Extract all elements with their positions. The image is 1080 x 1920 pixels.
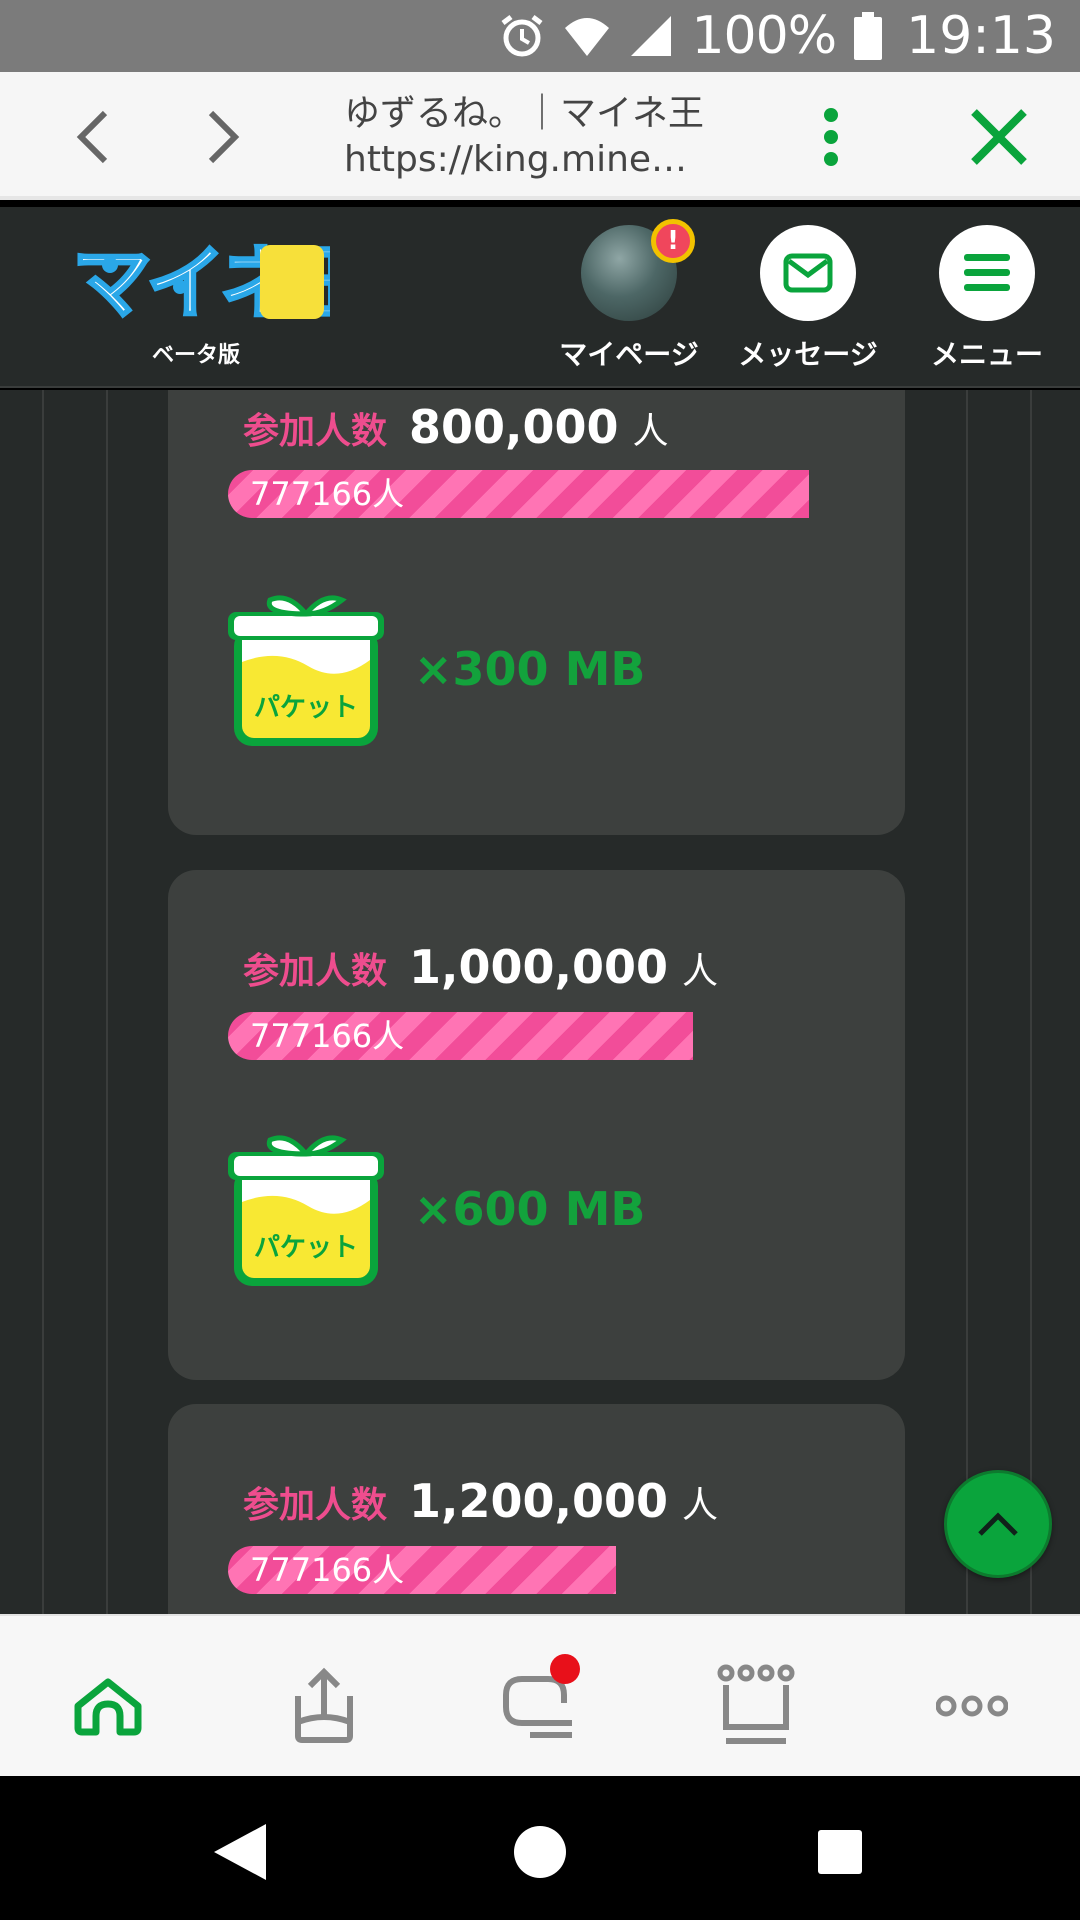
participant-target: 1,000,000 bbox=[409, 940, 669, 994]
progress-bar: 777166人 bbox=[228, 1012, 826, 1060]
participant-row: 参加人数 800,000 人 bbox=[243, 400, 669, 454]
system-home-button[interactable] bbox=[500, 1812, 580, 1892]
menu-circle bbox=[939, 225, 1035, 321]
divider bbox=[42, 390, 44, 1614]
svg-text:パケット: パケット bbox=[254, 693, 358, 723]
participant-unit: 人 bbox=[682, 1485, 719, 1526]
system-navigation-bar bbox=[0, 1776, 1080, 1920]
hamburger-icon bbox=[964, 254, 1010, 291]
participant-label: 参加人数 bbox=[243, 411, 388, 452]
divider bbox=[966, 390, 968, 1614]
browser-toolbar: ゆずるね。｜マイネ王 https://king.mine… bbox=[0, 72, 1080, 200]
content-area[interactable]: 参加人数 800,000 人 777166人 パケット ×300 MB 参加人数… bbox=[0, 390, 1080, 1614]
triangle-back-icon bbox=[214, 1824, 266, 1880]
reward-amount: ×600 MB bbox=[414, 1182, 646, 1236]
participant-label: 参加人数 bbox=[243, 951, 388, 992]
tab-upload[interactable] bbox=[274, 1656, 374, 1756]
messages-label: メッセージ bbox=[738, 338, 878, 371]
menu-button[interactable]: メニュー bbox=[902, 225, 1072, 373]
notification-dot bbox=[550, 1654, 580, 1684]
status-bar: 100% 19:13 bbox=[0, 0, 1080, 72]
circle-home-icon bbox=[514, 1826, 566, 1878]
milestone-card: 参加人数 800,000 人 777166人 パケット ×300 MB bbox=[168, 390, 905, 835]
status-icons: 100% 19:13 bbox=[499, 6, 1056, 66]
clock: 19:13 bbox=[906, 6, 1056, 66]
participant-target: 1,200,000 bbox=[409, 1474, 669, 1528]
messages-circle bbox=[760, 225, 856, 321]
tab-more[interactable] bbox=[922, 1656, 1022, 1756]
messages-button[interactable]: メッセージ bbox=[723, 225, 893, 373]
bottom-tab-bar bbox=[0, 1614, 1080, 1776]
scroll-to-top-button[interactable] bbox=[944, 1470, 1052, 1578]
forward-button[interactable] bbox=[188, 102, 258, 172]
alert-badge: ! bbox=[651, 219, 695, 263]
progress-fill: 777166人 bbox=[228, 1012, 693, 1060]
participant-unit: 人 bbox=[682, 951, 719, 992]
chevron-right-icon bbox=[208, 110, 240, 164]
system-recents-button[interactable] bbox=[800, 1812, 880, 1892]
alarm-icon bbox=[499, 13, 545, 59]
page-url: https://king.mine… bbox=[344, 139, 688, 180]
site-logo[interactable]: マイネ王 ベータ版 bbox=[70, 235, 380, 369]
gift-icon: パケット bbox=[228, 592, 384, 752]
mypage-label: マイページ bbox=[559, 338, 699, 371]
progress-bar: 777166人 bbox=[228, 1546, 826, 1594]
progress-bar: 777166人 bbox=[228, 470, 826, 518]
chevron-left-icon bbox=[76, 110, 108, 164]
avatar: ! bbox=[581, 219, 695, 321]
svg-text:パケット: パケット bbox=[254, 1233, 358, 1263]
home-icon bbox=[74, 1678, 142, 1736]
tab-ranking[interactable] bbox=[706, 1656, 806, 1756]
more-icon bbox=[936, 1695, 1008, 1717]
upload-icon bbox=[295, 1667, 353, 1743]
menu-label: メニュー bbox=[930, 338, 1043, 371]
progress-fill: 777166人 bbox=[228, 470, 809, 518]
participant-row: 参加人数 1,000,000 人 bbox=[243, 940, 718, 994]
battery-icon bbox=[854, 12, 883, 60]
tab-chat[interactable] bbox=[490, 1654, 590, 1756]
participant-label: 参加人数 bbox=[243, 1485, 388, 1526]
mypage-button[interactable]: ! マイページ bbox=[544, 219, 714, 373]
address-bar[interactable]: ゆずるね。｜マイネ王 https://king.mine… bbox=[344, 92, 724, 184]
logo-subtitle: ベータ版 bbox=[152, 343, 241, 368]
close-button[interactable] bbox=[964, 102, 1034, 172]
divider bbox=[1030, 390, 1032, 1614]
participant-unit: 人 bbox=[632, 411, 669, 452]
crown-icon bbox=[717, 1664, 795, 1744]
back-button[interactable] bbox=[58, 102, 128, 172]
progress-fill: 777166人 bbox=[228, 1546, 616, 1594]
kebab-menu-icon bbox=[824, 108, 838, 166]
site-header: マイネ王 ベータ版 ! マイページ メッセージ メニュー bbox=[0, 207, 1080, 388]
overflow-menu-button[interactable] bbox=[796, 102, 866, 172]
square-recents-icon bbox=[818, 1830, 862, 1874]
milestone-card: 参加人数 1,200,000 人 777166人 bbox=[168, 1404, 905, 1614]
envelope-icon bbox=[783, 253, 833, 293]
milestone-card: 参加人数 1,000,000 人 777166人 パケット ×600 MB bbox=[168, 870, 905, 1380]
chevron-up-icon bbox=[978, 1512, 1018, 1536]
gift-icon: パケット bbox=[228, 1132, 384, 1292]
participant-row: 参加人数 1,200,000 人 bbox=[243, 1474, 718, 1528]
participant-target: 800,000 bbox=[409, 400, 619, 454]
divider bbox=[106, 390, 108, 1614]
reward-amount: ×300 MB bbox=[414, 642, 646, 696]
close-icon bbox=[971, 109, 1027, 165]
signal-icon bbox=[629, 14, 673, 58]
wifi-icon bbox=[563, 14, 611, 58]
tab-home[interactable] bbox=[58, 1656, 158, 1756]
battery-percent: 100% bbox=[691, 6, 837, 66]
system-back-button[interactable] bbox=[200, 1812, 280, 1892]
page-title: ゆずるね。｜マイネ王 bbox=[344, 93, 705, 134]
